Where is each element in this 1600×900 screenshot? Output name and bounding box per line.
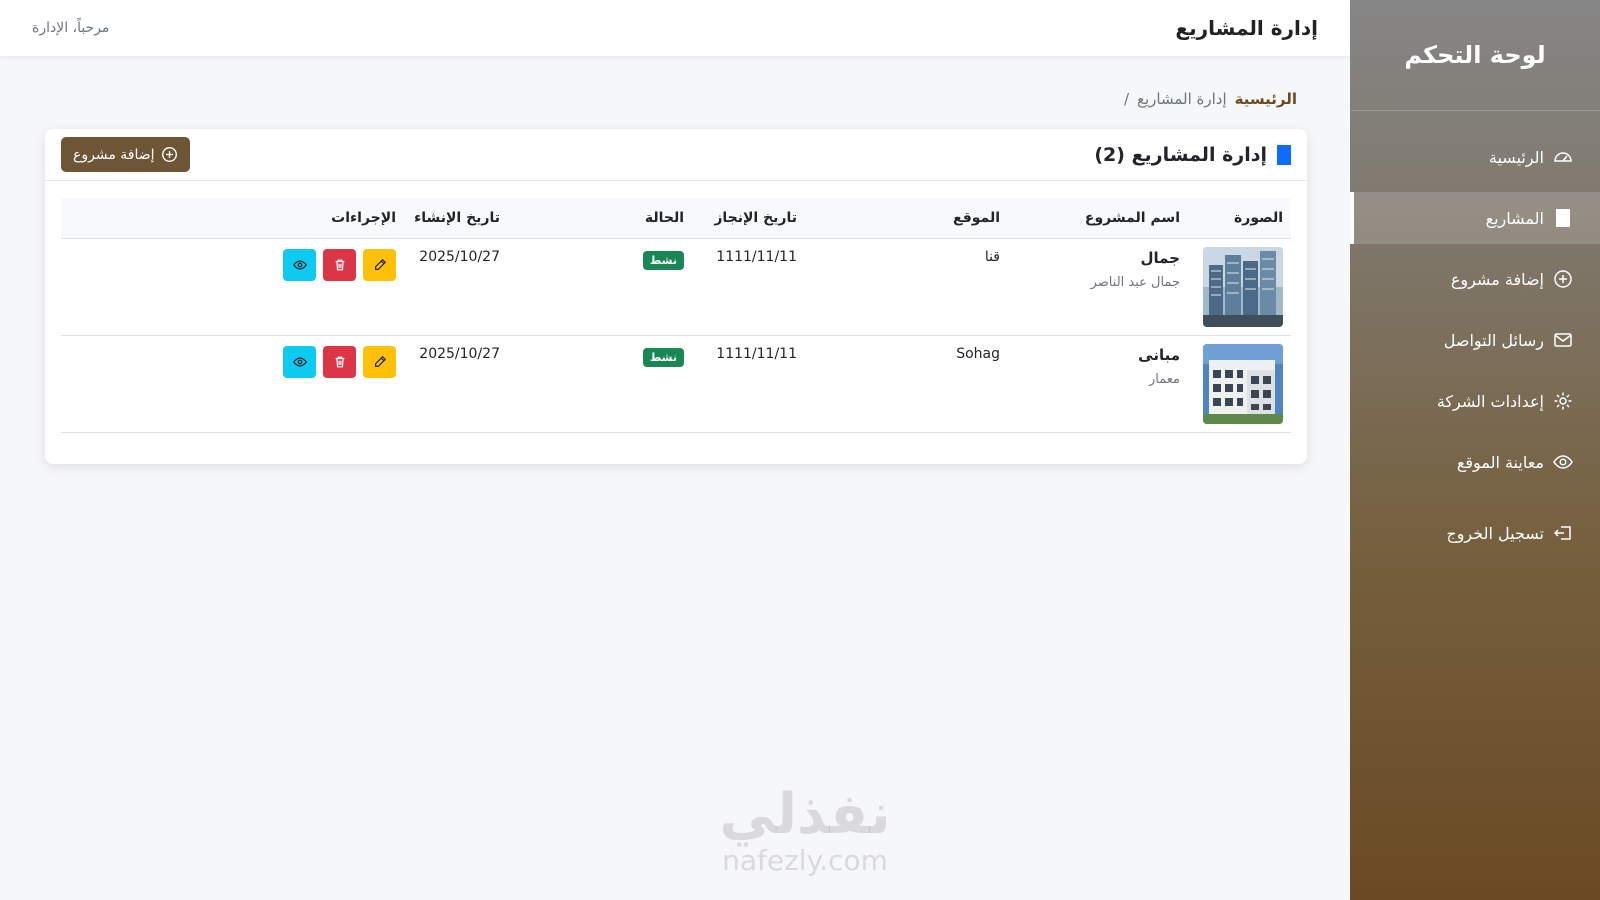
card-header: إدارة المشاريع (2) إضافة مشروع bbox=[45, 129, 1307, 181]
sidebar-item-label: الرئيسية bbox=[1488, 147, 1544, 167]
table-row: جمال جمال عبد الناصر قنا 1111/11/11 نشط … bbox=[61, 238, 1291, 336]
edit-button[interactable] bbox=[363, 248, 396, 281]
sidebar-item-home[interactable]: الرئيسية bbox=[1350, 131, 1600, 183]
project-created-at: 2025/10/27 bbox=[404, 335, 508, 433]
pencil-icon bbox=[374, 355, 386, 367]
breadcrumb-home-link[interactable]: الرئيسية bbox=[1235, 90, 1297, 108]
project-name: جمال bbox=[1140, 248, 1180, 267]
speedometer-icon bbox=[1552, 146, 1574, 168]
view-button[interactable] bbox=[283, 345, 316, 378]
table-header-row: الصورة اسم المشروع الموقع تاريخ الإنجاز … bbox=[61, 198, 1291, 239]
sidebar-item-label: رسائل التواصل bbox=[1443, 330, 1544, 350]
watermark: نفذلي nafezly.com bbox=[690, 785, 920, 877]
page-title: إدارة المشاريع bbox=[1175, 16, 1318, 40]
card-title-text: إدارة المشاريع (2) bbox=[1094, 143, 1267, 166]
status-badge: نشط bbox=[642, 347, 684, 367]
eye-icon bbox=[1552, 451, 1574, 473]
column-header-actions: الإجراءات bbox=[61, 198, 404, 239]
plus-circle-icon bbox=[1552, 268, 1574, 290]
delete-button[interactable] bbox=[323, 345, 356, 378]
breadcrumb-current: إدارة المشاريع bbox=[1137, 90, 1227, 108]
watermark-arabic: نفذلي bbox=[719, 782, 891, 847]
column-header-location: الموقع bbox=[805, 198, 1008, 239]
project-location: Sohag bbox=[805, 335, 1008, 433]
logout-icon bbox=[1552, 522, 1574, 544]
trash-icon bbox=[335, 356, 344, 367]
projects-card: إدارة المشاريع (2) إضافة مشروع الصورة اس… bbox=[45, 129, 1307, 464]
column-header-image: الصورة bbox=[1188, 198, 1291, 239]
project-thumbnail[interactable] bbox=[1203, 246, 1283, 327]
brand-title: لوحة التحكم bbox=[1404, 41, 1546, 69]
project-thumbnail[interactable] bbox=[1203, 343, 1283, 424]
view-button[interactable] bbox=[283, 248, 316, 281]
welcome-text: مرحباً، الإدارة bbox=[32, 20, 110, 36]
column-header-completion-date: تاريخ الإنجاز bbox=[692, 198, 805, 239]
sidebar-brand: لوحة التحكم bbox=[1350, 0, 1600, 111]
sidebar-item-label: المشاريع bbox=[1485, 208, 1544, 228]
sidebar-item-label: إضافة مشروع bbox=[1450, 269, 1544, 289]
status-badge: نشط bbox=[642, 250, 684, 270]
projects-table: الصورة اسم المشروع الموقع تاريخ الإنجاز … bbox=[61, 198, 1291, 433]
project-name: مبانى bbox=[1138, 345, 1180, 364]
sidebar-item-projects[interactable]: المشاريع bbox=[1350, 192, 1600, 244]
add-project-button[interactable]: إضافة مشروع bbox=[61, 137, 190, 172]
project-description: جمال عبد الناصر bbox=[1090, 274, 1180, 290]
card-title: إدارة المشاريع (2) bbox=[1094, 144, 1291, 166]
row-actions bbox=[69, 345, 396, 378]
column-header-created-at: تاريخ الإنشاء bbox=[404, 198, 508, 239]
sidebar-item-label: إعدادات الشركة bbox=[1436, 391, 1544, 411]
sidebar-item-messages[interactable]: رسائل التواصل bbox=[1350, 314, 1600, 366]
watermark-latin: nafezly.com bbox=[722, 844, 888, 877]
project-created-at: 2025/10/27 bbox=[404, 238, 508, 336]
sidebar: لوحة التحكم الرئيسية المشاريع إضافة مشرو… bbox=[1350, 0, 1600, 900]
column-header-status: الحالة bbox=[508, 198, 692, 239]
project-completion-date: 1111/11/11 bbox=[692, 335, 805, 433]
eye-icon bbox=[292, 356, 307, 367]
sidebar-item-logout[interactable]: تسجيل الخروج bbox=[1350, 507, 1600, 559]
project-location: قنا bbox=[805, 238, 1008, 336]
title-marker-icon bbox=[1277, 144, 1291, 165]
sidebar-nav: الرئيسية المشاريع إضافة مشروع رسائل التو… bbox=[1350, 111, 1600, 559]
sidebar-item-company-settings[interactable]: إعدادات الشركة bbox=[1350, 375, 1600, 427]
trash-icon bbox=[335, 259, 344, 270]
envelope-icon bbox=[1552, 329, 1574, 351]
row-actions bbox=[69, 248, 396, 281]
breadcrumb: الرئيسية إدارة المشاريع / bbox=[1124, 90, 1297, 108]
breadcrumb-separator: / bbox=[1123, 90, 1129, 108]
plus-circle-icon bbox=[161, 147, 177, 162]
column-header-name: اسم المشروع bbox=[1008, 198, 1188, 239]
delete-button[interactable] bbox=[323, 248, 356, 281]
sidebar-item-label: تسجيل الخروج bbox=[1446, 523, 1544, 543]
edit-button[interactable] bbox=[363, 345, 396, 378]
gear-icon bbox=[1552, 390, 1574, 412]
project-completion-date: 1111/11/11 bbox=[692, 238, 805, 336]
add-project-label: إضافة مشروع bbox=[73, 146, 155, 163]
table-row: مبانى معمار Sohag 1111/11/11 نشط 2025/10… bbox=[61, 335, 1291, 433]
sidebar-item-preview-site[interactable]: معاينة الموقع bbox=[1350, 436, 1600, 488]
pencil-icon bbox=[374, 258, 386, 270]
top-bar: إدارة المشاريع مرحباً، الإدارة bbox=[0, 0, 1350, 56]
eye-icon bbox=[292, 259, 307, 270]
project-description: معمار bbox=[1149, 371, 1180, 387]
square-icon bbox=[1552, 207, 1574, 229]
sidebar-item-label: معاينة الموقع bbox=[1456, 452, 1544, 472]
sidebar-item-add-project[interactable]: إضافة مشروع bbox=[1350, 253, 1600, 305]
